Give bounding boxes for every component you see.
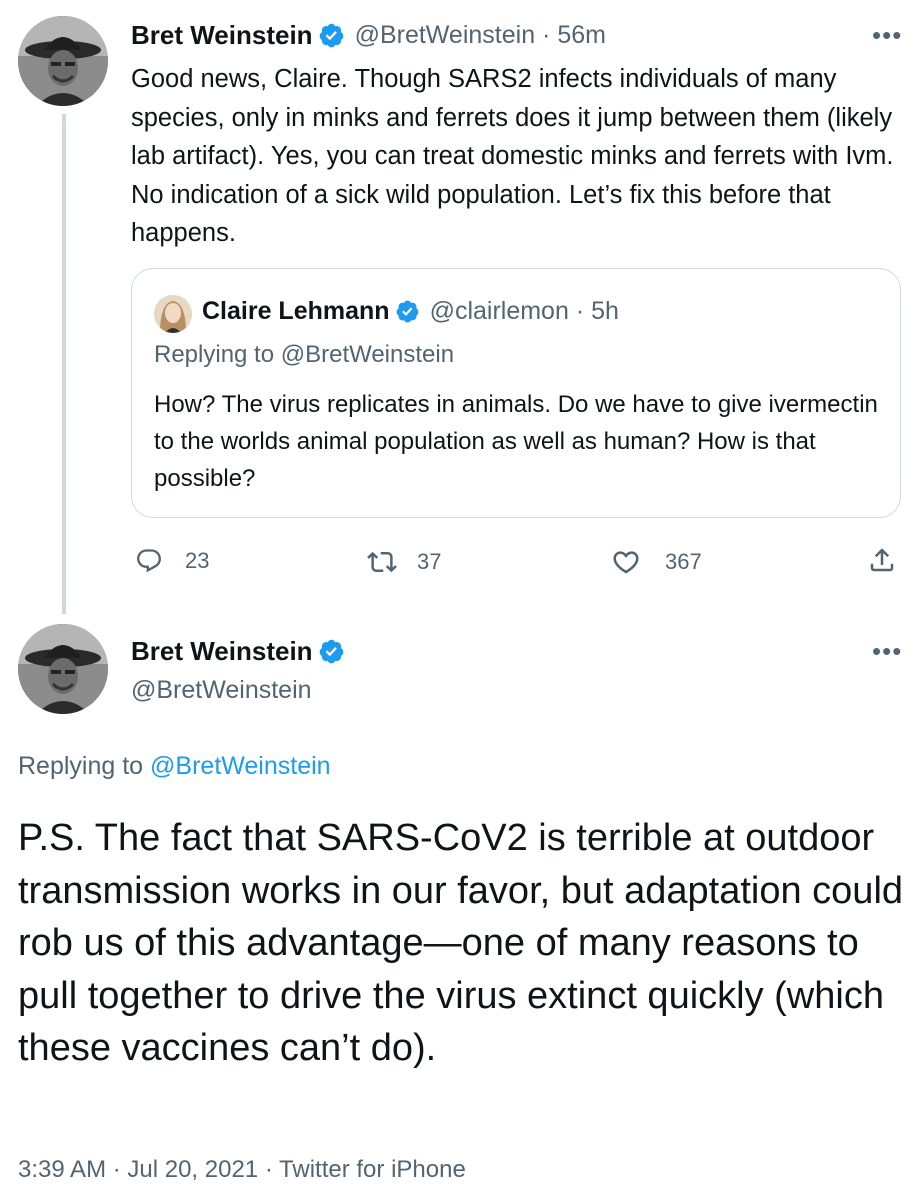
verified-badge-icon [396,300,418,323]
tweet-action-bar: 23 37 367 [131,543,901,583]
tweet-text: P.S. The fact that SARS-CoV2 is terrible… [18,817,904,1069]
retweet-icon [367,551,397,573]
author-handle[interactable]: @BretWeinstein [131,676,312,705]
author-avatar[interactable] [18,624,108,714]
quoted-tweet-card[interactable]: Claire Lehmann @clairlemon · 5h Replying… [131,268,901,518]
verified-badge-icon [319,23,343,48]
reply-count: 23 [185,548,210,573]
like-button[interactable]: 367 [611,547,702,577]
quoted-tweet-text: How? The virus replicates in animals. Do… [154,391,878,492]
heart-icon [613,551,639,574]
author-name[interactable]: Bret Weinstein [131,636,313,667]
tweet-timestamp-source[interactable]: 3:39 AM · Jul 20, 2021 · Twitter for iPh… [18,1156,466,1184]
quoted-replying-to: Replying to @BretWeinstein [154,341,455,368]
tweet-header: Bret Weinstein [131,636,355,667]
retweet-button[interactable]: 37 [367,547,441,577]
author-name[interactable]: Bret Weinstein [131,20,313,51]
thread-connector-line [62,114,66,614]
verified-badge-icon [319,639,343,664]
like-count: 367 [665,549,702,574]
author-avatar[interactable] [18,16,108,106]
quoted-tweet-header: Claire Lehmann @clairlemon · 5h [202,297,619,326]
more-dots-icon[interactable]: ••• [872,22,902,48]
replying-to-label: Replying to [18,752,144,780]
tweet-text: Good news, Claire. Though SARS2 infects … [131,65,894,247]
replying-to: Replying to @BretWeinstein [18,752,331,781]
share-button[interactable] [867,545,897,575]
reply-icon [137,549,161,573]
retweet-count: 37 [417,549,442,574]
reply-button[interactable]: 23 [135,547,209,575]
more-dots-icon[interactable]: ••• [872,638,902,664]
quoted-author-avatar [154,295,192,333]
quoted-author-handle-time: @clairlemon · 5h [429,297,619,325]
quoted-author-name: Claire Lehmann [202,297,390,325]
author-handle-time[interactable]: @BretWeinstein · 56m [355,21,606,50]
tweet-header: Bret Weinstein @BretWeinstein · 56m [131,20,606,51]
share-icon [870,548,894,572]
replying-to-mention-link[interactable]: @BretWeinstein [150,752,331,780]
